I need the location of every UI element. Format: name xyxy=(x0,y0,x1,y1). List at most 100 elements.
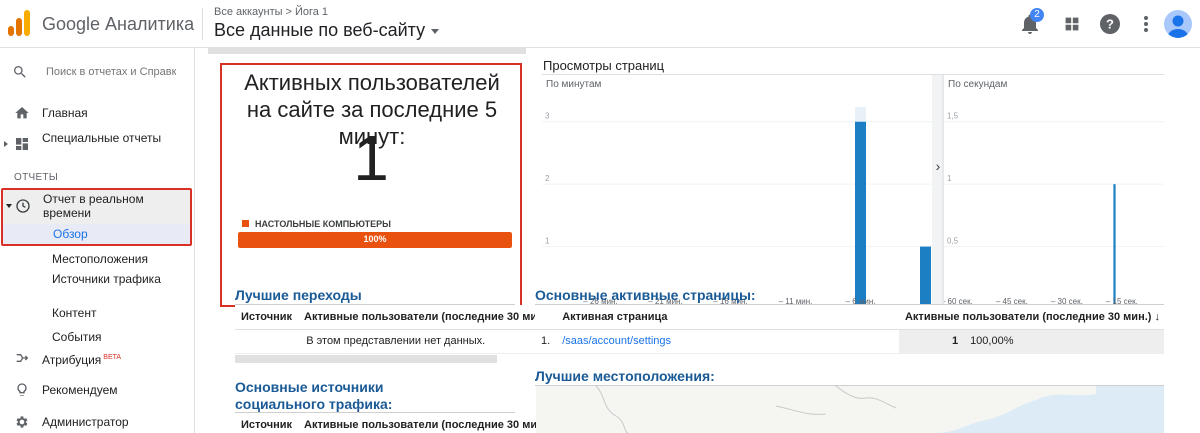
top-locations-title[interactable]: Лучшие местоположения: xyxy=(535,368,715,385)
seconds-panel-label: По секундам xyxy=(948,79,1007,90)
nav-admin-label: Администратор xyxy=(42,415,129,429)
map-land-shapes xyxy=(536,386,1096,433)
y-tick-label: 0,5 xyxy=(947,237,959,246)
reports-section-label: ОТЧЕТЫ xyxy=(14,172,58,183)
header-scroll-strip xyxy=(208,48,526,54)
analytics-logo[interactable] xyxy=(8,10,30,36)
nav-custom-reports-label: Специальные отчеты xyxy=(42,131,162,145)
y-tick-label: 1 xyxy=(947,174,952,183)
nav-realtime-overview[interactable]: Обзор xyxy=(3,224,190,244)
row-percent: 100,00% xyxy=(964,329,1164,354)
more-options-button[interactable] xyxy=(1134,12,1158,36)
top-pages-table: Активная страница Активные пользователи … xyxy=(535,305,1164,354)
device-legend-label: НАСТОЛЬНЫЕ КОМПЬЮТЕРЫ xyxy=(255,219,391,229)
help-icon: ? xyxy=(1100,14,1120,34)
pageviews-title: Просмотры страниц xyxy=(543,58,665,73)
nav-realtime[interactable]: Отчет в реальном времени xyxy=(3,190,190,224)
panel-divider xyxy=(932,75,944,313)
left-nav: Главная Специальные отчеты ОТЧЕТЫ Отчет … xyxy=(0,48,195,433)
breadcrumb: Все аккаунты > Йога 1 xyxy=(214,6,328,18)
top-social-title[interactable]: Основные источники социального трафика: xyxy=(235,379,475,413)
breadcrumb-account[interactable]: Все аккаунты xyxy=(214,6,283,18)
active-users-card: Активных пользователей на сайте за после… xyxy=(220,63,522,307)
breadcrumb-separator: > xyxy=(285,6,292,18)
top-referrals-table: Источник Активные пользователи (последни… xyxy=(235,305,557,354)
dashboard-grid-icon xyxy=(16,138,28,150)
nav-realtime-traffic-sources[interactable]: Источники трафика xyxy=(52,272,172,286)
search-icon xyxy=(14,66,26,78)
col-source[interactable]: Источник xyxy=(235,305,299,330)
clock-icon xyxy=(16,199,30,213)
nav-realtime-content[interactable]: Контент xyxy=(52,306,96,320)
device-legend: НАСТОЛЬНЫЕ КОМПЬЮТЕРЫ xyxy=(242,219,391,229)
horizontal-scrollbar[interactable] xyxy=(235,355,497,363)
row-users: 1 xyxy=(898,329,965,354)
nav-admin[interactable]: Администратор xyxy=(0,414,195,432)
y-tick-label: 2 xyxy=(545,174,550,183)
sort-arrow-icon: ↓ xyxy=(1154,310,1161,323)
chart-bar xyxy=(855,121,866,310)
report-search[interactable] xyxy=(0,58,195,88)
product-name[interactable]: Google Аналитика xyxy=(42,14,194,35)
view-name: Все данные по веб-сайту xyxy=(214,20,426,40)
nav-recommendations[interactable]: Рекомендуем xyxy=(0,382,195,400)
nav-realtime-group: Отчет в реальном времени Обзор xyxy=(1,188,192,246)
help-button[interactable]: ? xyxy=(1098,12,1122,36)
nav-realtime-label: Отчет в реальном времени xyxy=(43,192,144,220)
nav-home-label: Главная xyxy=(42,106,88,120)
col-index xyxy=(535,305,557,330)
top-referrals-title[interactable]: Лучшие переходы xyxy=(235,287,362,304)
top-pages-title[interactable]: Основные активные страницы: xyxy=(535,287,756,304)
locations-map[interactable] xyxy=(536,386,1164,433)
nav-realtime-locations[interactable]: Местоположения xyxy=(52,252,148,266)
view-selector[interactable]: Все данные по веб-сайту xyxy=(214,20,440,41)
device-share-text: 100% xyxy=(363,234,387,244)
nav-custom-reports[interactable]: Специальные отчеты xyxy=(0,130,195,160)
nav-home[interactable]: Главная xyxy=(0,105,195,123)
col-source[interactable]: Источник xyxy=(235,413,299,433)
row-page-link[interactable]: /saas/account/settings xyxy=(556,329,899,354)
nav-recommendations-label: Рекомендуем xyxy=(42,383,118,397)
svg-text:?: ? xyxy=(1106,17,1114,32)
col-active-users-label: Активные пользователи (последние 30 мин.… xyxy=(904,310,1152,323)
account-avatar[interactable] xyxy=(1164,10,1192,38)
device-share-bar[interactable]: 100% xyxy=(238,232,512,248)
collapse-arrow-icon xyxy=(6,204,12,208)
nav-realtime-overview-label: Обзор xyxy=(53,227,88,241)
row-index: 1. xyxy=(535,329,557,354)
notification-badge: 2 xyxy=(1030,8,1044,22)
home-icon xyxy=(15,107,29,119)
breadcrumb-property[interactable]: Йога 1 xyxy=(295,6,328,18)
beta-badge: BETA xyxy=(103,354,122,361)
empty-message: В этом представлении нет данных. xyxy=(235,329,557,354)
col-active-users-sort[interactable]: Активные пользователи (последние 30 мин.… xyxy=(898,305,1164,330)
y-tick-label: 3 xyxy=(545,112,550,121)
table-row: 1. /saas/account/settings 1 100,00% xyxy=(535,329,1164,354)
more-vert-icon xyxy=(1144,16,1148,32)
top-social-table: Источник Активные пользователи (последни… xyxy=(235,413,557,433)
notifications-button[interactable]: 2 xyxy=(1018,8,1044,36)
pageviews-chart: По минутам123– 26 мин. – 21 мин. – 16 мин.… xyxy=(542,75,1164,313)
legend-swatch xyxy=(242,220,249,227)
expand-arrow-icon xyxy=(4,141,8,147)
y-tick-label: 1 xyxy=(545,237,550,246)
caret-down-icon xyxy=(431,28,440,34)
search-input[interactable] xyxy=(46,66,176,78)
grid-icon xyxy=(1065,17,1079,31)
nav-attribution[interactable]: Атрибуция BETA xyxy=(0,350,195,368)
gear-icon xyxy=(16,416,28,428)
header-divider xyxy=(202,8,203,40)
apps-button[interactable] xyxy=(1060,12,1084,36)
nav-realtime-events[interactable]: События xyxy=(52,330,102,344)
minutes-panel-label: По минутам xyxy=(546,79,602,90)
expand-chevron-icon: › xyxy=(936,158,941,174)
nav-attribution-text: Атрибуция xyxy=(42,353,102,367)
nav-attribution-label: Атрибуция BETA xyxy=(42,351,121,367)
report-content: Активных пользователей на сайте за после… xyxy=(196,48,1200,433)
top-app-bar: Google Аналитика Все аккаунты > Йога 1 Все… xyxy=(0,0,1200,48)
col-active-page[interactable]: Активная страница xyxy=(556,305,899,330)
col-active-users[interactable]: Активные пользователи (последние 30 мин.… xyxy=(298,305,557,330)
col-active-users[interactable]: Активные пользователи (последние 30 мин.… xyxy=(298,413,557,433)
y-tick-label: 1,5 xyxy=(947,112,959,121)
active-users-count: 1 xyxy=(353,122,389,194)
